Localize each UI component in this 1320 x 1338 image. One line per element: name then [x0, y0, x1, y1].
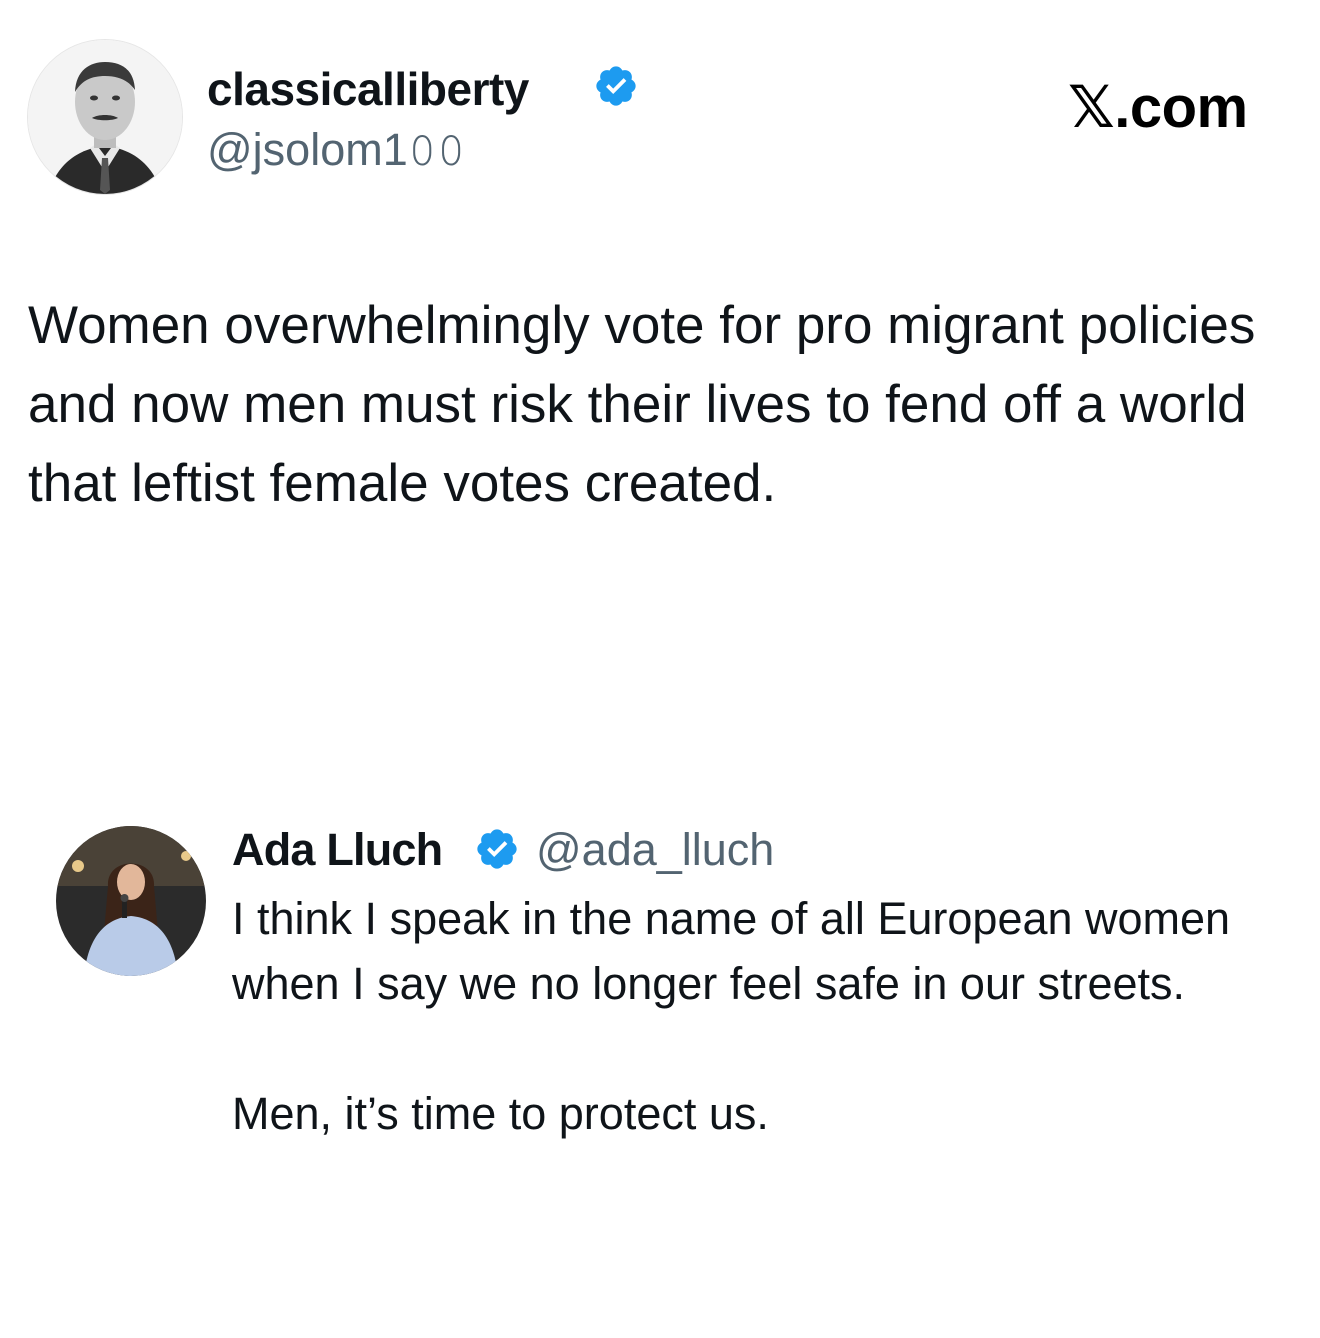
- quoted-post-paragraph: Men, it’s time to protect us.: [232, 1088, 769, 1139]
- quoted-post-paragraph: I think I speak in the name of all Europ…: [232, 893, 1231, 1009]
- author-display-name[interactable]: classicalliberty: [207, 62, 529, 116]
- author-handle[interactable]: @jsolom1𝟶𝟶: [207, 124, 466, 176]
- quoted-post-text: I think I speak in the name of all Europ…: [232, 886, 1272, 1146]
- author-avatar-photo: [28, 40, 182, 194]
- verified-badge-icon: [596, 66, 636, 106]
- author-avatar[interactable]: [28, 40, 182, 194]
- quoted-author-avatar-photo: [56, 826, 206, 976]
- quoted-author-display-name[interactable]: Ada Lluch: [232, 824, 443, 876]
- verified-badge-icon: [477, 829, 517, 869]
- quoted-author-handle[interactable]: @ada_lluch: [536, 824, 774, 876]
- post-text: Women overwhelmingly vote for pro migran…: [28, 296, 1256, 513]
- quoted-author-avatar[interactable]: [56, 826, 206, 976]
- x-com-logo: 𝕏.com: [1068, 75, 1248, 140]
